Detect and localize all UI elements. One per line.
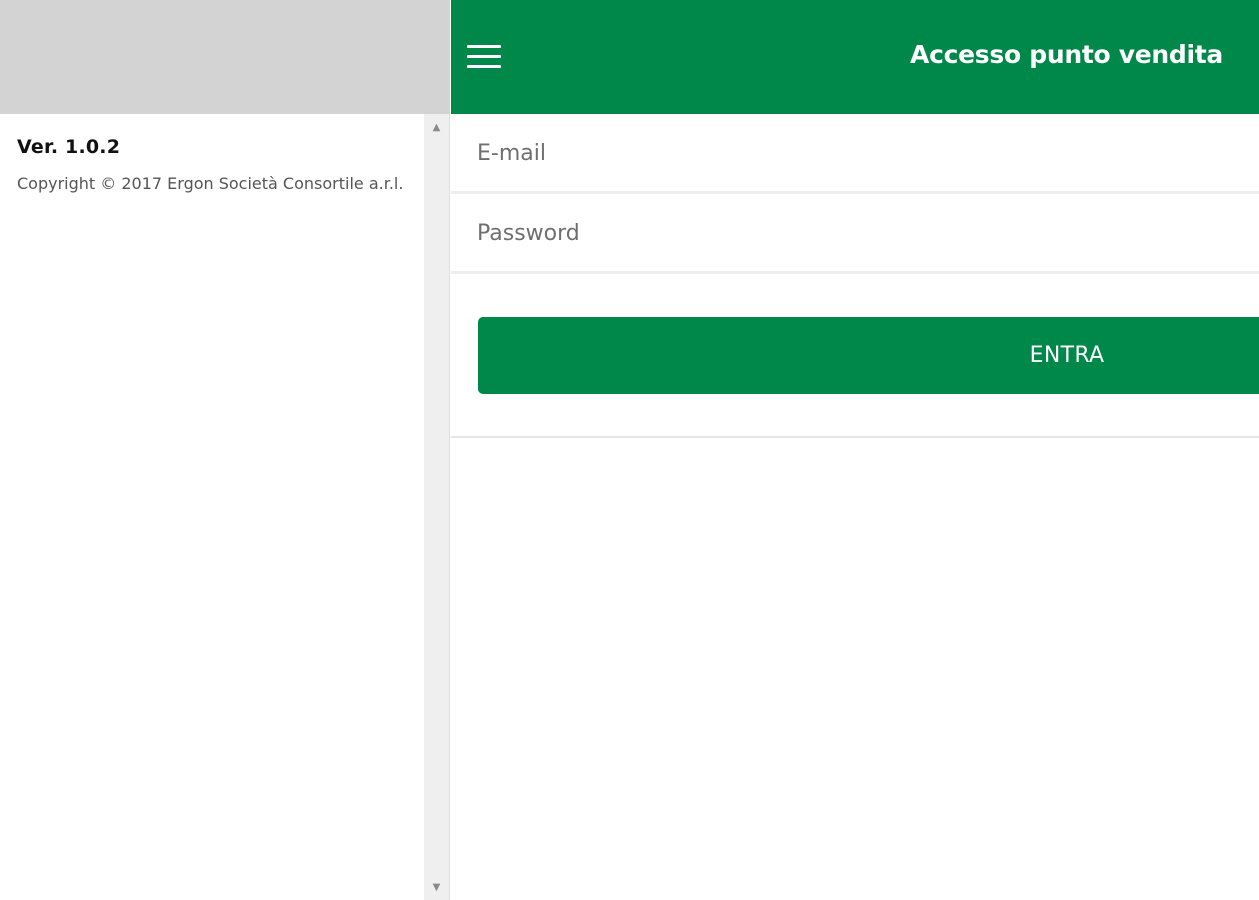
email-field-row xyxy=(451,116,1259,194)
drawer-header xyxy=(0,0,450,114)
scroll-up-arrow-icon[interactable]: ▲ xyxy=(424,122,449,134)
hamburger-menu-icon[interactable] xyxy=(467,42,503,72)
page-title: Accesso punto vendita xyxy=(910,40,1223,69)
app-window: Ver. 1.0.2 Copyright © 2017 Ergon Societ… xyxy=(0,0,1259,900)
drawer-content: Ver. 1.0.2 Copyright © 2017 Ergon Societ… xyxy=(0,114,424,900)
copyright-notice: Copyright © 2017 Ergon Società Consortil… xyxy=(17,174,404,193)
app-version: Ver. 1.0.2 xyxy=(17,136,121,158)
app-bar: Accesso punto vendita xyxy=(451,0,1259,114)
login-submit-label: ENTRA xyxy=(1029,343,1105,368)
submit-area: ENTRA xyxy=(451,274,1259,438)
password-field[interactable] xyxy=(477,196,1237,271)
side-drawer: Ver. 1.0.2 Copyright © 2017 Ergon Societ… xyxy=(0,0,450,900)
drawer-scrollbar[interactable]: ▲ ▼ xyxy=(424,114,449,900)
scroll-down-arrow-icon[interactable]: ▼ xyxy=(424,882,449,894)
email-field[interactable] xyxy=(477,116,1237,191)
login-submit-button[interactable]: ENTRA xyxy=(478,317,1259,394)
main-panel: Accesso punto vendita ENTRA xyxy=(451,0,1259,900)
password-field-row xyxy=(451,196,1259,274)
